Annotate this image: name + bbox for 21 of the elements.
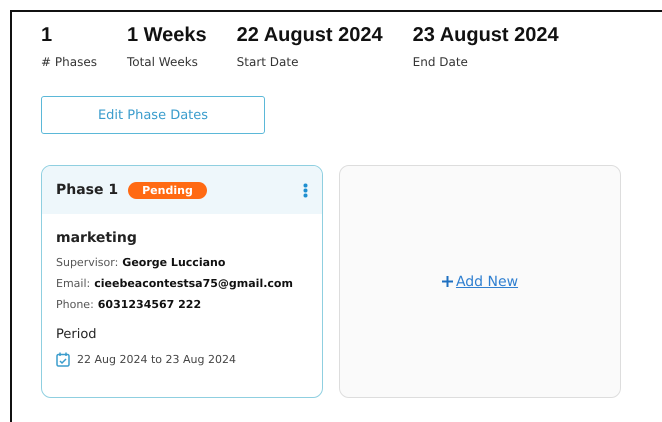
stat-value: 23 August 2024 (412, 24, 559, 47)
period-heading: Period (56, 327, 98, 342)
phase-title: Phase 1 (56, 182, 118, 198)
stat-value: 1 (41, 24, 54, 47)
stat-value: 1 Weeks (126, 24, 207, 47)
add-new-link[interactable]: Add New (456, 274, 518, 290)
more-options-icon[interactable] (303, 182, 308, 198)
calendar-icon (56, 352, 70, 367)
edit-phase-dates-button[interactable]: Edit Phase Dates (41, 96, 265, 134)
status-badge: Pending (128, 182, 207, 198)
contact-detail: Phone: 6031234567 222 (56, 298, 202, 311)
stat-label: Total Weeks (126, 55, 199, 69)
contact-detail: Email: cieebeacontestsa75@gmail.com (56, 277, 294, 290)
period-dates: 22 Aug 2024 to 23 Aug 2024 (77, 353, 236, 366)
stat-label: End Date (412, 55, 469, 69)
department-name: marketing (56, 230, 138, 246)
stat-label: # Phases (41, 55, 97, 69)
plus-icon (442, 276, 453, 287)
stat-value: 22 August 2024 (236, 24, 383, 47)
contact-detail: Supervisor: George Lucciano (56, 256, 226, 269)
stat-label: Start Date (236, 55, 300, 69)
